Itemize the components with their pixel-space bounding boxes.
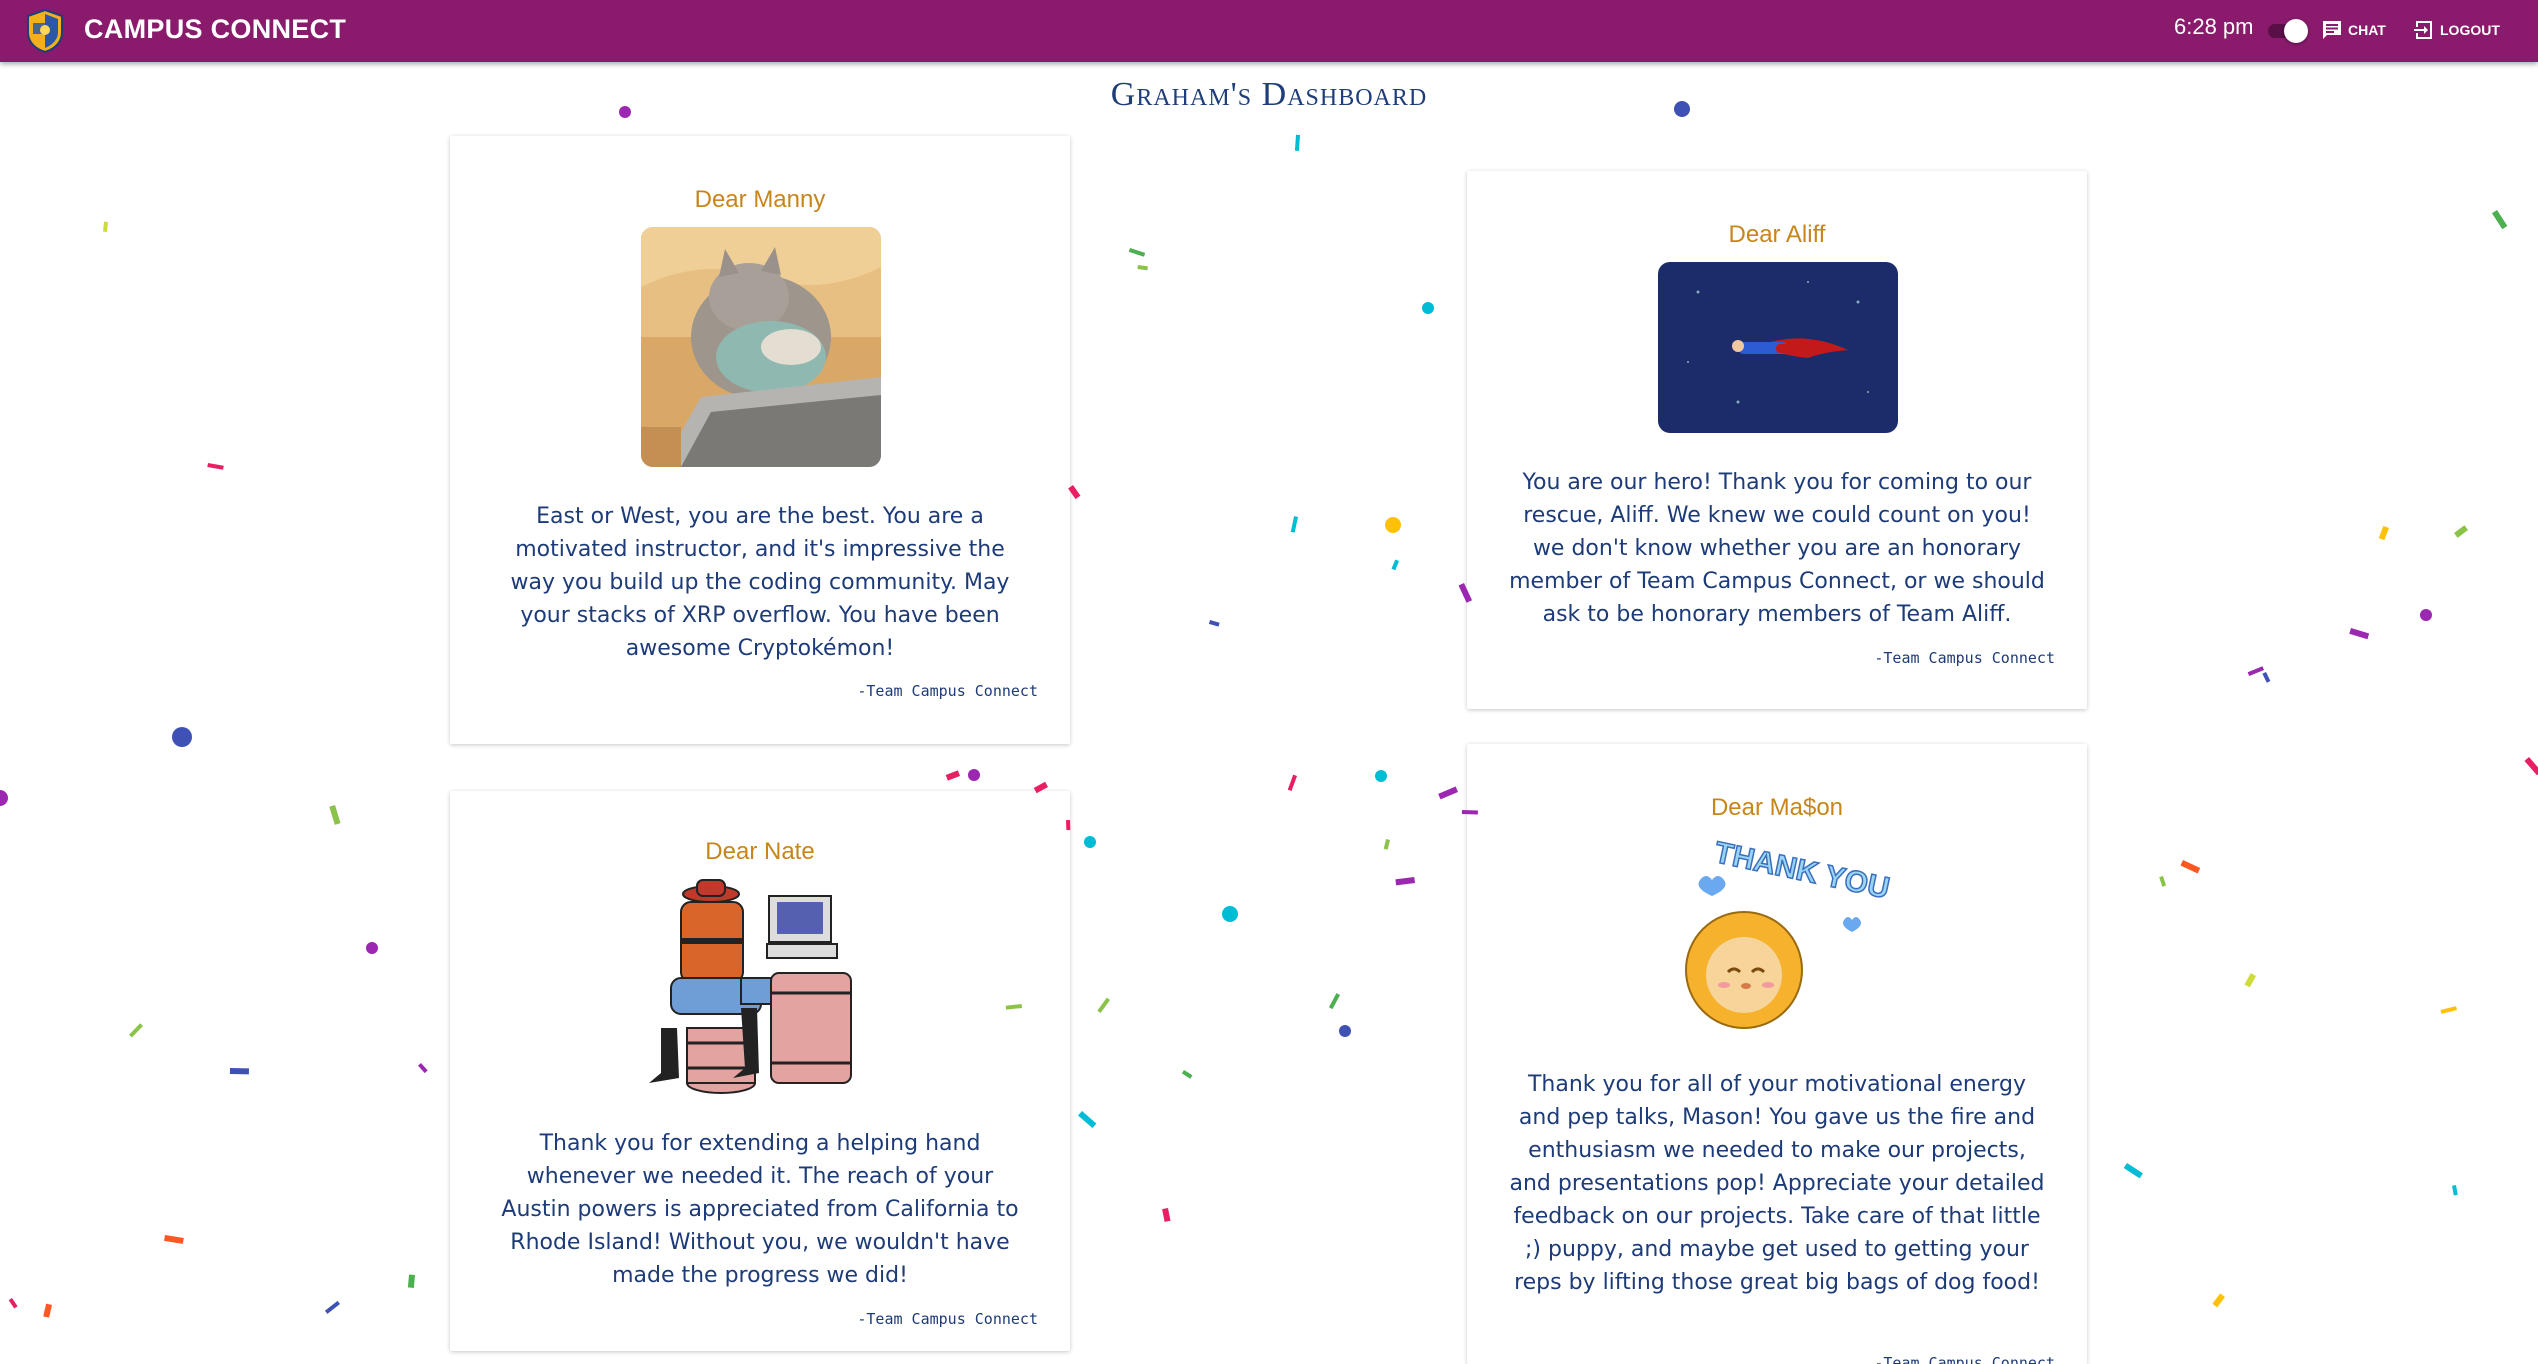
- confetti-piece: [1383, 839, 1390, 850]
- card-message: You are our hero! Thank you for coming t…: [1509, 470, 2045, 627]
- confetti-piece: [2440, 1006, 2457, 1014]
- confetti-piece: [43, 1303, 52, 1318]
- confetti-piece: [1084, 836, 1096, 848]
- confetti-piece: [2349, 627, 2370, 640]
- thank-you-card-aliff: Dear Aliff You are our hero! Thank you f…: [1467, 171, 2087, 709]
- cat-typing-gif: [641, 227, 881, 467]
- confetti-piece: [2212, 1293, 2225, 1308]
- confetti-piece: [0, 790, 8, 806]
- page-title: Graham's Dashboard: [1110, 76, 1428, 113]
- confetti-piece: [207, 462, 224, 470]
- cowboy-at-computer-illustration: [641, 878, 881, 1098]
- theme-toggle-switch[interactable]: [2268, 18, 2308, 44]
- confetti-piece: [2524, 757, 2538, 776]
- logout-button[interactable]: LOGOUT: [2412, 16, 2500, 44]
- thank-you-card-nate: Dear Nate Thank you for extending a help…: [450, 791, 1070, 1351]
- confetti-piece: [1287, 774, 1297, 792]
- card-message: East or West, you are the best. You are …: [510, 504, 1010, 661]
- thank-you-lion-sticker: THANK YOU: [1672, 840, 1892, 1030]
- confetti-piece: [366, 942, 378, 954]
- confetti-piece: [324, 1300, 340, 1314]
- confetti-piece: [329, 805, 341, 825]
- card-title: Dear Manny: [694, 186, 826, 213]
- app-brand-name[interactable]: CAMPUS CONNECT: [84, 14, 346, 45]
- card-title: Dear Aliff: [1728, 221, 1826, 248]
- chat-button[interactable]: CHAT: [2320, 16, 2386, 44]
- chat-button-label: CHAT: [2348, 22, 2386, 38]
- confetti-piece: [2180, 860, 2201, 874]
- confetti-piece: [1128, 247, 1146, 257]
- confetti-piece: [2420, 609, 2432, 621]
- card-signature: -Team Campus Connect: [857, 682, 1038, 700]
- confetti-piece: [945, 770, 961, 781]
- confetti-piece: [1208, 619, 1220, 627]
- card-signature: -Team Campus Connect: [857, 1310, 1038, 1328]
- confetti-piece: [1137, 265, 1148, 271]
- confetti-overlay: [0, 101, 2538, 1318]
- confetti-piece: [1078, 1111, 1097, 1128]
- confetti-piece: [2454, 525, 2468, 538]
- confetti-piece: [1391, 559, 1400, 571]
- confetti-piece: [1375, 770, 1387, 782]
- card-message: Thank you for extending a helping hand w…: [501, 1131, 1019, 1288]
- confetti-piece: [2452, 1185, 2458, 1196]
- card-signature: -Team Campus Connect: [1874, 649, 2055, 667]
- toggle-knob: [2284, 19, 2308, 43]
- confetti-piece: [2262, 672, 2271, 683]
- confetti-piece: [2244, 973, 2257, 988]
- card-title: Dear Ma$on: [1710, 794, 1844, 821]
- confetti-piece: [164, 1235, 184, 1244]
- confetti-piece: [229, 1067, 249, 1075]
- card-message: Thank you for all of your motivational e…: [1509, 1072, 2045, 1295]
- confetti-piece: [1294, 134, 1300, 151]
- confetti-piece: [407, 1274, 416, 1288]
- chat-bubble-icon: [2323, 21, 2341, 39]
- confetti-piece: [2491, 210, 2508, 230]
- thank-you-card-mason: Dear Ma$on THANK YOU Thank you for all o…: [1467, 744, 2087, 1364]
- confetti-piece: [418, 1063, 428, 1074]
- confetti-piece: [1395, 877, 1415, 886]
- card-title: Dear Nate: [705, 838, 815, 865]
- confetti-piece: [1290, 516, 1298, 533]
- confetti-piece: [2159, 875, 2167, 887]
- confetti-piece: [2123, 1163, 2143, 1179]
- confetti-piece: [172, 727, 192, 747]
- confetti-piece: [129, 1023, 144, 1038]
- confetti-piece: [2378, 525, 2389, 541]
- campus-shield-logo-icon[interactable]: [24, 8, 66, 54]
- confetti-piece: [1385, 517, 1401, 533]
- confetti-piece: [968, 769, 980, 781]
- thank-you-card-manny: Dear Manny East or West, you are the bes…: [450, 136, 1070, 744]
- confetti-piece: [1328, 993, 1340, 1010]
- logout-icon: [2414, 21, 2432, 39]
- top-app-bar: CAMPUS CONNECT 6:28 pm CHAT LOGOUT: [0, 0, 2538, 62]
- confetti-piece: [1097, 997, 1110, 1013]
- confetti-piece: [1438, 786, 1459, 800]
- confetti-piece: [1181, 1069, 1193, 1079]
- clock-time: 6:28 pm: [2174, 14, 2254, 39]
- confetti-piece: [1162, 1207, 1171, 1222]
- confetti-piece: [1222, 906, 1238, 922]
- confetti-piece: [8, 1298, 18, 1309]
- card-signature: -Team Campus Connect: [1874, 1354, 2055, 1364]
- confetti-piece: [1422, 302, 1434, 314]
- confetti-piece: [2247, 666, 2264, 676]
- confetti-piece: [102, 221, 108, 232]
- logout-button-label: LOGOUT: [2440, 22, 2500, 38]
- confetti-piece: [1339, 1025, 1351, 1037]
- superman-flying-gif: [1658, 262, 1898, 433]
- sticker-text: THANK YOU: [1712, 840, 1892, 905]
